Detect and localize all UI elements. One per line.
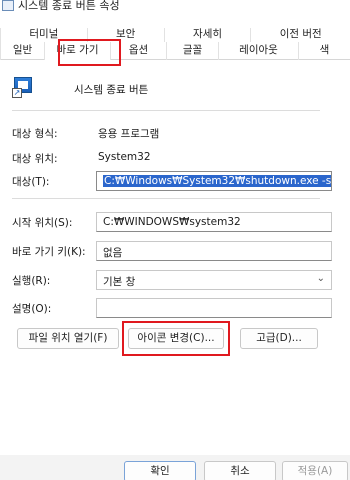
window-title: 시스템 종료 버튼 속성: [18, 0, 120, 12]
tab-previous-versions[interactable]: 이전 버전: [250, 28, 350, 42]
target-label: 대상(T):: [12, 176, 50, 188]
target-input[interactable]: C:₩Windows₩System32₩shutdown.exe -s -t 0: [96, 171, 332, 191]
tab-security[interactable]: 보안: [86, 28, 164, 42]
start-in-input[interactable]: C:₩WINDOWS₩system32: [96, 212, 332, 232]
tab-terminal[interactable]: 터미널: [0, 28, 87, 42]
target-type-value: 응용 프로그램: [98, 128, 160, 140]
ok-button[interactable]: 확인: [124, 461, 196, 480]
divider: [12, 198, 320, 199]
tab-strip-top: 터미널 보안 자세히 이전 버전: [0, 28, 350, 42]
open-file-location-button[interactable]: 파일 위치 열기(F): [17, 328, 119, 349]
shortcut-key-row: 바로 가기 키(K): 없음: [12, 241, 332, 261]
tab-details[interactable]: 자세히: [163, 28, 251, 42]
shortcut-name: 시스템 종료 버튼: [74, 84, 149, 96]
run-select-value: 기본 창: [103, 276, 136, 288]
target-input-text: C:₩Windows₩System32₩shutdown.exe -s -t 0: [103, 175, 331, 187]
title-bar: 시스템 종료 버튼 속성: [0, 0, 350, 16]
shortcut-icon: ↗: [12, 76, 34, 98]
run-row: 실행(R): 기본 창 ⌄: [12, 270, 332, 290]
tab-strip-bottom: 일반 바로 가기 옵션 글꼴 레이아웃 색: [0, 42, 350, 60]
comment-row: 설명(O):: [12, 298, 332, 318]
run-select[interactable]: 기본 창 ⌄: [96, 270, 332, 290]
tab-layout[interactable]: 레이아웃: [218, 42, 298, 60]
divider: [12, 110, 320, 111]
app-icon: [2, 0, 14, 11]
apply-button[interactable]: 적용(A): [282, 461, 348, 480]
start-in-label: 시작 위치(S):: [12, 217, 73, 229]
tab-options[interactable]: 옵션: [110, 42, 166, 60]
target-type-row: 대상 형식: 응용 프로그램: [12, 123, 320, 141]
shortcut-key-label: 바로 가기 키(K):: [12, 246, 86, 258]
shortcut-key-input[interactable]: 없음: [96, 241, 332, 261]
comment-label: 설명(O):: [12, 303, 52, 315]
target-location-row: 대상 위치: System32: [12, 148, 320, 166]
target-location-label: 대상 위치:: [12, 153, 58, 165]
comment-input[interactable]: [96, 298, 332, 318]
run-label: 실행(R):: [12, 275, 51, 287]
tab-colors[interactable]: 색: [298, 42, 350, 60]
target-location-value: System32: [98, 151, 151, 163]
tab-shortcut[interactable]: 바로 가기: [44, 42, 110, 60]
tab-font[interactable]: 글꼴: [166, 42, 218, 60]
tab-general[interactable]: 일반: [0, 42, 44, 60]
target-row: 대상(T): C:₩Windows₩System32₩shutdown.exe …: [12, 171, 332, 191]
start-in-row: 시작 위치(S): C:₩WINDOWS₩system32: [12, 212, 332, 232]
advanced-button[interactable]: 고급(D)...: [240, 328, 318, 349]
cancel-button[interactable]: 취소: [204, 461, 276, 480]
shortcut-header: ↗: [12, 76, 34, 98]
chevron-down-icon: ⌄: [316, 273, 325, 284]
target-type-label: 대상 형식:: [12, 128, 58, 140]
change-icon-button[interactable]: 아이콘 변경(C)...: [128, 328, 224, 349]
